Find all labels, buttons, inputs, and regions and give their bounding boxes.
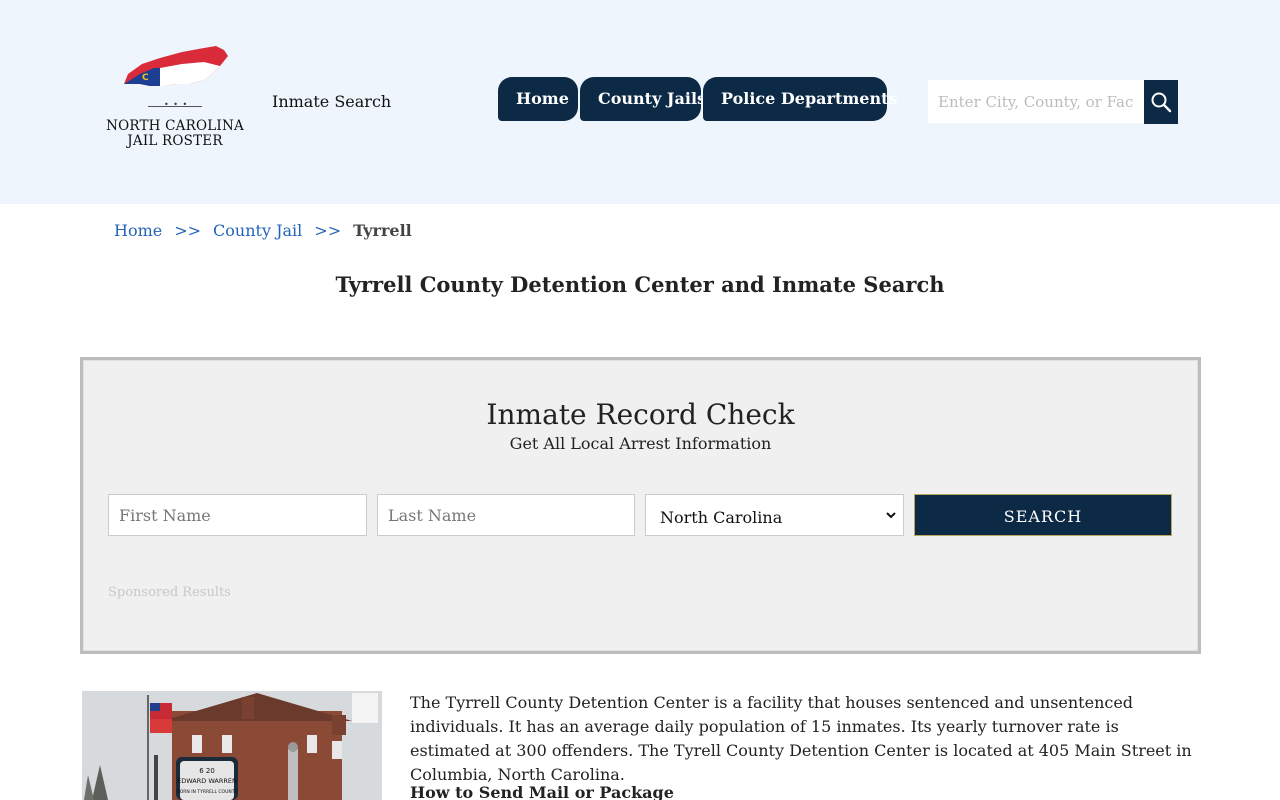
sign-line1: 6 20 xyxy=(199,767,215,775)
breadcrumb: Home >> County Jail >> Tyrrell xyxy=(114,221,412,240)
state-select-value: North Carolina xyxy=(660,507,783,527)
logo-text: NORTH CAROLINA JAIL ROSTER xyxy=(104,119,246,149)
sponsored-results-label: Sponsored Results xyxy=(108,585,231,600)
main-nav: Home County Jails Police Departments xyxy=(498,77,898,121)
courthouse-photo: 6 20 EDWARD WARREN BORN IN TYRRELL COUNT… xyxy=(82,691,382,800)
breadcrumb-home[interactable]: Home xyxy=(114,221,162,240)
search-icon xyxy=(1151,92,1172,113)
inmate-record-check-panel: Inmate Record Check Get All Local Arrest… xyxy=(80,357,1201,654)
site-logo[interactable]: C • • • NORTH CAROLINA JAIL ROSTER xyxy=(104,44,246,156)
first-name-input[interactable] xyxy=(108,494,367,536)
inmate-search-link[interactable]: Inmate Search xyxy=(272,92,391,111)
last-name-input[interactable] xyxy=(377,494,635,536)
mail-section-heading: How to Send Mail or Package xyxy=(410,783,674,800)
nav-county-jails[interactable]: County Jails xyxy=(580,77,706,121)
logo-text-line1: NORTH CAROLINA xyxy=(106,118,244,134)
intro-paragraph: The Tyrrell County Detention Center is a… xyxy=(410,693,1192,784)
site-search-input[interactable] xyxy=(928,80,1144,123)
logo-text-line2: JAIL ROSTER xyxy=(127,133,223,149)
panel-subtitle: Get All Local Arrest Information xyxy=(509,434,772,453)
breadcrumb-current: Tyrrell xyxy=(353,221,412,240)
logo-divider xyxy=(148,106,202,107)
logo-dots: • • • xyxy=(164,100,189,109)
site-search-button[interactable] xyxy=(1144,80,1178,124)
nav-police-departments[interactable]: Police Departments xyxy=(703,77,898,121)
north-carolina-state-icon: C xyxy=(124,46,228,86)
breadcrumb-separator: >> xyxy=(174,221,202,240)
page-title: Tyrrell County Detention Center and Inma… xyxy=(335,272,945,297)
svg-text:C: C xyxy=(142,73,149,83)
state-select[interactable]: North Carolina xyxy=(645,494,904,536)
sign-line2: EDWARD WARREN xyxy=(177,777,237,785)
record-search-button[interactable]: SEARCH xyxy=(914,494,1172,536)
chevron-down-icon xyxy=(886,512,896,519)
breadcrumb-separator: >> xyxy=(314,221,342,240)
courthouse-image: 6 20 EDWARD WARREN BORN IN TYRRELL COUNT… xyxy=(82,691,382,800)
site-header: C • • • NORTH CAROLINA JAIL ROSTER Inmat… xyxy=(0,0,1280,204)
panel-title: Inmate Record Check xyxy=(486,398,795,431)
sign-line3: BORN IN TYRRELL COUNTY xyxy=(177,789,238,795)
breadcrumb-county-jail[interactable]: County Jail xyxy=(213,221,302,240)
nav-home[interactable]: Home xyxy=(498,77,578,121)
